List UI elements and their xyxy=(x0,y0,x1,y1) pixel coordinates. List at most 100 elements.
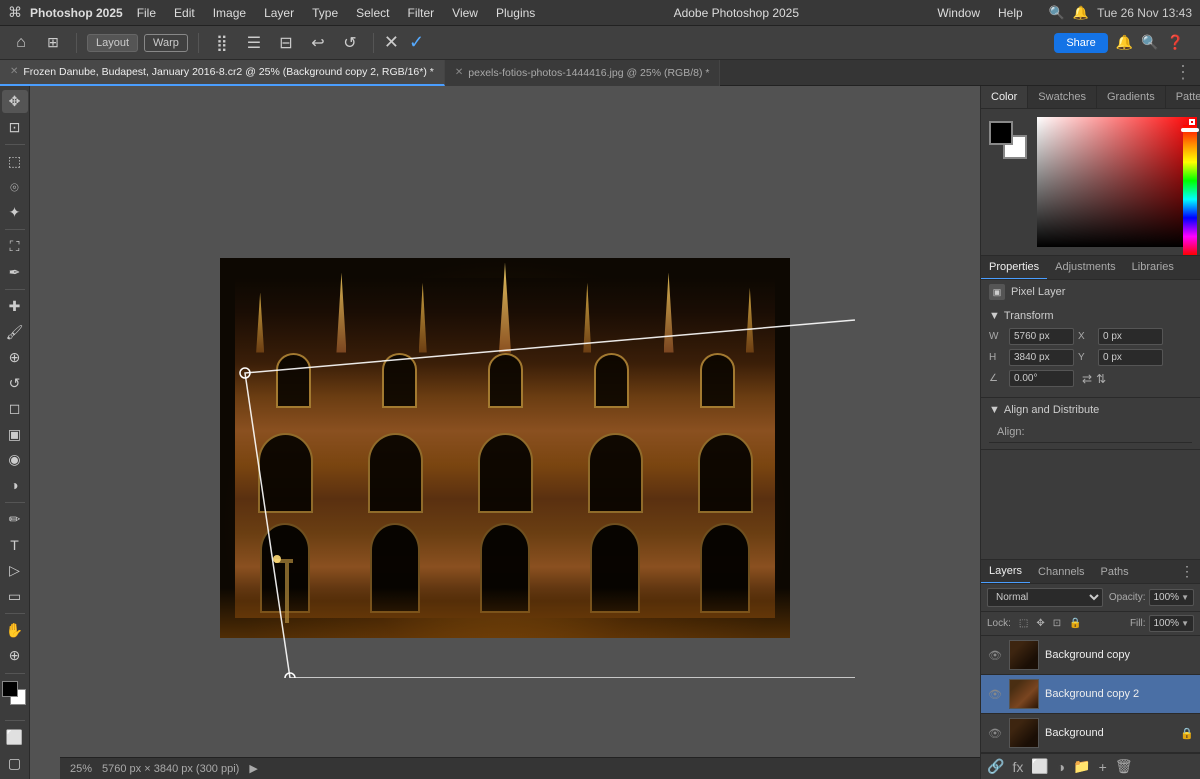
transform-header[interactable]: ▼ Transform xyxy=(989,310,1192,322)
tab-collapse-icon[interactable]: ⋮ xyxy=(1166,62,1200,83)
menu-window[interactable]: Window xyxy=(929,4,988,22)
tab-layers[interactable]: Layers xyxy=(981,560,1030,583)
eyedropper-tool[interactable]: ✒ xyxy=(2,261,28,284)
menu-filter[interactable]: Filter xyxy=(399,4,442,22)
search-bar-icon[interactable]: 🔍 xyxy=(1141,34,1158,51)
tab-libraries[interactable]: Libraries xyxy=(1124,256,1182,279)
eraser-tool[interactable]: ◻ xyxy=(2,397,28,420)
gradient-tool[interactable]: ▣ xyxy=(2,423,28,446)
fg-bg-colors[interactable] xyxy=(989,121,1029,161)
blur-tool[interactable]: ◉ xyxy=(2,448,28,471)
new-group-button[interactable]: 📁 xyxy=(1073,758,1090,775)
confirm-button[interactable]: ✓ xyxy=(409,32,424,53)
add-mask-button[interactable]: ⬜ xyxy=(1031,758,1048,775)
dodge-tool[interactable]: ◑ xyxy=(2,474,28,497)
healing-tool[interactable]: ✚ xyxy=(2,295,28,318)
layer-eye-background-copy[interactable]: 👁 xyxy=(987,647,1003,663)
artboard-icon[interactable]: ⊞ xyxy=(40,30,66,56)
tab-patterns[interactable]: Patterns xyxy=(1166,86,1200,108)
align-header[interactable]: ▼ Align and Distribute xyxy=(989,404,1192,416)
move-tool[interactable]: ✥ xyxy=(2,90,28,113)
crop-tool[interactable]: ⛶ xyxy=(2,235,28,258)
delete-layer-button[interactable]: 🗑 xyxy=(1115,758,1133,775)
rotate-icon[interactable]: ↺ xyxy=(337,30,363,56)
blend-mode-select[interactable]: Normal xyxy=(987,588,1103,607)
menu-plugins[interactable]: Plugins xyxy=(488,4,543,22)
shape-tool[interactable]: ▭ xyxy=(2,584,28,607)
apple-logo[interactable]: ⌘ xyxy=(8,4,22,21)
menu-edit[interactable]: Edit xyxy=(166,4,203,22)
notification-bell-icon[interactable]: 🔔 xyxy=(1116,34,1133,51)
tab-gradients[interactable]: Gradients xyxy=(1097,86,1166,108)
tab-paths[interactable]: Paths xyxy=(1093,561,1137,583)
path-selection-tool[interactable]: ▷ xyxy=(2,559,28,582)
flip-h-icon[interactable]: ⇄ xyxy=(1082,372,1092,386)
lock-artboards-icon[interactable]: ⊡ xyxy=(1053,618,1061,629)
hue-slider[interactable] xyxy=(1181,128,1199,132)
cancel-button[interactable]: ✕ xyxy=(384,32,399,53)
y-input[interactable] xyxy=(1098,349,1163,366)
hand-tool[interactable]: ✋ xyxy=(2,619,28,642)
lock-position-icon[interactable]: ✥ xyxy=(1036,618,1044,629)
brush-tool[interactable]: 🖌 xyxy=(2,321,28,344)
layer-item-background[interactable]: 👁 Background 🔒 xyxy=(981,714,1200,753)
zoom-tool[interactable]: ⊕ xyxy=(2,644,28,667)
fg-color-box[interactable] xyxy=(989,121,1013,145)
add-effect-button[interactable]: fx xyxy=(1012,759,1023,775)
new-layer-button[interactable]: + xyxy=(1099,759,1107,775)
angle-input[interactable] xyxy=(1009,370,1074,387)
menu-view[interactable]: View xyxy=(444,4,486,22)
artboard-tool[interactable]: ⊡ xyxy=(2,115,28,138)
warp-button[interactable]: Warp xyxy=(144,34,188,52)
x-input[interactable] xyxy=(1098,328,1163,345)
tab1-close[interactable]: ✕ xyxy=(10,66,18,77)
color-picker-gradient-area[interactable] xyxy=(1037,117,1197,247)
layer-item-background-copy[interactable]: 👁 Background copy xyxy=(981,636,1200,675)
lock-all-icon[interactable]: 🔒 xyxy=(1069,618,1081,629)
menu-help[interactable]: Help xyxy=(990,4,1031,22)
menu-file[interactable]: File xyxy=(129,4,164,22)
fg-color-swatch[interactable] xyxy=(2,681,18,697)
share-button[interactable]: Share xyxy=(1054,33,1107,53)
tab-color[interactable]: Color xyxy=(981,86,1028,108)
menu-image[interactable]: Image xyxy=(205,4,254,22)
layer-item-background-copy-2[interactable]: 👁 Background copy 2 xyxy=(981,675,1200,714)
tab-2[interactable]: ✕ pexels-fotios-photos-1444416.jpg @ 25%… xyxy=(445,60,721,86)
tab-swatches[interactable]: Swatches xyxy=(1028,86,1097,108)
help-icon[interactable]: ❓ xyxy=(1167,34,1184,51)
list-icon[interactable]: ☰ xyxy=(241,30,267,56)
menu-layer[interactable]: Layer xyxy=(256,4,302,22)
color-swatch-area[interactable] xyxy=(2,681,28,714)
layer-eye-background-copy-2[interactable]: 👁 xyxy=(987,686,1003,702)
align-icon[interactable]: ⊟ xyxy=(273,30,299,56)
pen-tool[interactable]: ✏ xyxy=(2,508,28,531)
link-layers-button[interactable]: 🔗 xyxy=(987,758,1004,775)
new-adjustment-button[interactable]: ◑ xyxy=(1057,759,1065,775)
lock-pixels-icon[interactable]: ⬚ xyxy=(1019,618,1028,629)
menu-select[interactable]: Select xyxy=(348,4,397,22)
fill-dropdown-icon[interactable]: ▼ xyxy=(1181,619,1189,628)
status-arrow-icon[interactable]: ▶ xyxy=(249,762,257,775)
w-input[interactable] xyxy=(1009,328,1074,345)
tab-properties[interactable]: Properties xyxy=(981,256,1047,279)
tab-adjustments[interactable]: Adjustments xyxy=(1047,256,1124,279)
tab2-close[interactable]: ✕ xyxy=(455,67,463,78)
marquee-tool[interactable]: ⬚ xyxy=(2,150,28,173)
lasso-tool[interactable]: ⌾ xyxy=(2,175,28,198)
tab-channels[interactable]: Channels xyxy=(1030,561,1092,583)
layer-eye-background[interactable]: 👁 xyxy=(987,725,1003,741)
fill-control[interactable]: 100% ▼ xyxy=(1149,615,1195,632)
layout-button[interactable]: Layout xyxy=(87,34,138,52)
hue-strip[interactable] xyxy=(1183,125,1197,255)
screen-mode-tool[interactable]: ▢ xyxy=(2,752,28,775)
opacity-dropdown-icon[interactable]: ▼ xyxy=(1181,593,1189,602)
clone-stamp-tool[interactable]: ⊕ xyxy=(2,346,28,369)
grid-icon[interactable]: ⣿ xyxy=(209,30,235,56)
home-icon[interactable]: ⌂ xyxy=(8,30,34,56)
color-saturation-lightness[interactable] xyxy=(1037,117,1197,247)
history-brush-tool[interactable]: ↺ xyxy=(2,372,28,395)
select-subject-tool[interactable]: ✦ xyxy=(2,201,28,224)
quick-mask-tool[interactable]: ⬜ xyxy=(2,726,28,749)
opacity-control[interactable]: 100% ▼ xyxy=(1149,589,1195,606)
history-icon[interactable]: ↩ xyxy=(305,30,331,56)
